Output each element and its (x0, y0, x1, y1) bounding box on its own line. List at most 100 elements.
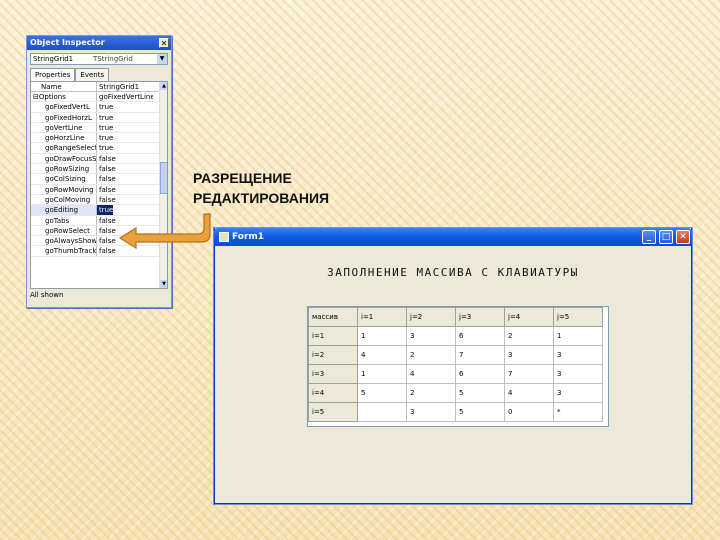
tab-events[interactable]: Events (75, 68, 110, 81)
inspector-status: All shown (30, 291, 64, 299)
grid-row: i=4 5 2 5 4 3 (308, 383, 603, 403)
property-row[interactable]: goColMoving false (31, 194, 167, 206)
grid-row: i=3 1 4 6 7 3 (308, 364, 603, 384)
grid-cell[interactable]: 7 (504, 364, 554, 384)
grid-cell[interactable]: 1 (357, 326, 407, 346)
property-grid-header: Name StringGrid1 (31, 82, 167, 92)
form1-title-bar[interactable]: Form1 _ □ ✕ (214, 228, 692, 246)
grid-header-cell: j=3 (455, 307, 505, 327)
tab-properties[interactable]: Properties (30, 68, 76, 81)
grid-cell[interactable]: 5 (357, 383, 407, 403)
grid-cell[interactable]: 6 (455, 364, 505, 384)
minimize-button[interactable]: _ (642, 230, 656, 244)
grid-cell[interactable]: 3 (553, 345, 603, 365)
property-value[interactable]: goFixedVertLine (97, 92, 153, 101)
grid-cell[interactable]: 3 (553, 364, 603, 384)
property-name: goEditing (31, 205, 97, 215)
property-value[interactable]: true (97, 123, 153, 132)
property-value[interactable]: false (97, 164, 153, 173)
property-name: goRowSizing (31, 164, 97, 174)
grid-cell[interactable]: 3 (406, 326, 456, 346)
grid-row: i=5 3 5 0 * (308, 402, 603, 422)
component-selector[interactable]: StringGrid1 TStringGrid ▼ (30, 53, 168, 65)
property-row[interactable]: goRowMoving false (31, 184, 167, 195)
grid-row-header: i=1 (308, 326, 358, 346)
scroll-down-icon[interactable]: ▼ (160, 280, 167, 288)
property-row[interactable]: goRowSizing false (31, 164, 167, 175)
grid-cell[interactable]: 0 (504, 402, 554, 422)
scroll-up-icon[interactable]: ▲ (160, 82, 167, 90)
grid-header-cell: массив (308, 307, 358, 327)
property-name: goTabs (31, 215, 97, 225)
grid-row-header: i=3 (308, 364, 358, 384)
grid-cell[interactable]: 3 (406, 402, 456, 422)
grid-cell[interactable]: 5 (455, 383, 505, 403)
property-row[interactable]: goFixedHorzL true (31, 112, 167, 123)
grid-cell[interactable]: 2 (406, 345, 456, 365)
property-name: goHorzLine (31, 133, 97, 143)
property-name: goRowSelect (31, 225, 97, 236)
property-value[interactable]: true (97, 113, 153, 122)
grid-cell[interactable]: 2 (504, 326, 554, 346)
grid-header-cell: j=2 (406, 307, 456, 327)
grid-cell[interactable]: 1 (553, 326, 603, 346)
vertical-scrollbar[interactable]: ▲ ▼ (159, 82, 167, 288)
grid-header-cell: j=4 (504, 307, 554, 327)
property-name: goFixedHorzL (31, 112, 97, 122)
grid-cell[interactable]: 7 (455, 345, 505, 365)
close-icon[interactable]: ✕ (159, 38, 169, 48)
property-row[interactable]: ⊟Options goFixedVertLine (31, 92, 167, 103)
object-inspector-window: Object Inspector ✕ StringGrid1 TStringGr… (26, 35, 172, 308)
property-name: goColMoving (31, 194, 97, 205)
property-value[interactable]: true (97, 143, 153, 152)
grid-header-row: массив i=1 j=2 j=3 j=4 j=5 (308, 307, 603, 327)
grid-cell[interactable]: * (553, 402, 603, 422)
grid-cell[interactable]: 3 (504, 345, 554, 365)
string-grid[interactable]: массив i=1 j=2 j=3 j=4 j=5 i=1 1 3 6 2 1 i=2 4 2 7 3 3 i=3… (307, 306, 609, 427)
grid-cell[interactable]: 2 (406, 383, 456, 403)
grid-cell[interactable]: 3 (553, 383, 603, 403)
property-value[interactable]: true (97, 102, 153, 111)
property-name: goColSizing (31, 174, 97, 184)
property-name: goFixedVertL (31, 102, 97, 112)
grid-cell[interactable]: 6 (455, 326, 505, 346)
component-type: TStringGrid (93, 55, 133, 63)
grid-cell[interactable]: 1 (357, 364, 407, 384)
property-value[interactable]: true (97, 205, 113, 215)
app-icon (219, 232, 229, 242)
header-name: Name (31, 82, 97, 91)
property-row[interactable]: goHorzLine true (31, 133, 167, 144)
property-row[interactable]: goRangeSelect true (31, 143, 167, 154)
property-row[interactable]: goFixedVertL true (31, 102, 167, 113)
property-name: goRangeSelect (31, 143, 97, 153)
form1-title: Form1 (232, 232, 265, 242)
close-button[interactable]: ✕ (676, 230, 690, 244)
grid-cell[interactable] (357, 402, 407, 422)
property-name: goRowMoving (31, 184, 97, 194)
grid-cell[interactable]: 4 (406, 364, 456, 384)
maximize-button[interactable]: □ (659, 230, 673, 244)
grid-cell[interactable]: 4 (357, 345, 407, 365)
object-inspector-title: Object Inspector (30, 38, 105, 47)
component-name: StringGrid1 (33, 55, 74, 63)
property-name: goAlwaysShow (31, 236, 97, 246)
property-name: goThumbTrack (31, 246, 97, 256)
property-name: goVertLine (31, 122, 97, 133)
grid-cell[interactable]: 5 (455, 402, 505, 422)
grid-cell[interactable]: 4 (504, 383, 554, 403)
property-value[interactable]: false (97, 185, 153, 194)
string-grid-table: массив i=1 j=2 j=3 j=4 j=5 i=1 1 3 6 2 1 i=2 4 2 7 3 3 i=3… (308, 307, 603, 422)
property-row[interactable]: goDrawFocusS false (31, 153, 167, 165)
property-value[interactable]: true (97, 133, 153, 142)
property-row[interactable]: goVertLine true (31, 122, 167, 134)
property-value[interactable]: false (97, 195, 153, 204)
scroll-thumb[interactable] (160, 162, 167, 194)
property-value[interactable]: false (97, 154, 153, 163)
chevron-down-icon[interactable]: ▼ (157, 54, 167, 64)
header-value: StringGrid1 (99, 83, 140, 91)
grid-row: i=2 4 2 7 3 3 (308, 345, 603, 365)
form1-window: Form1 _ □ ✕ ЗАПОЛНЕНИЕ МАССИВА С КЛАВИАТ… (214, 228, 692, 504)
property-row[interactable]: goColSizing false (31, 174, 167, 185)
property-value[interactable]: false (97, 174, 153, 183)
grid-header-cell: j=5 (553, 307, 603, 327)
